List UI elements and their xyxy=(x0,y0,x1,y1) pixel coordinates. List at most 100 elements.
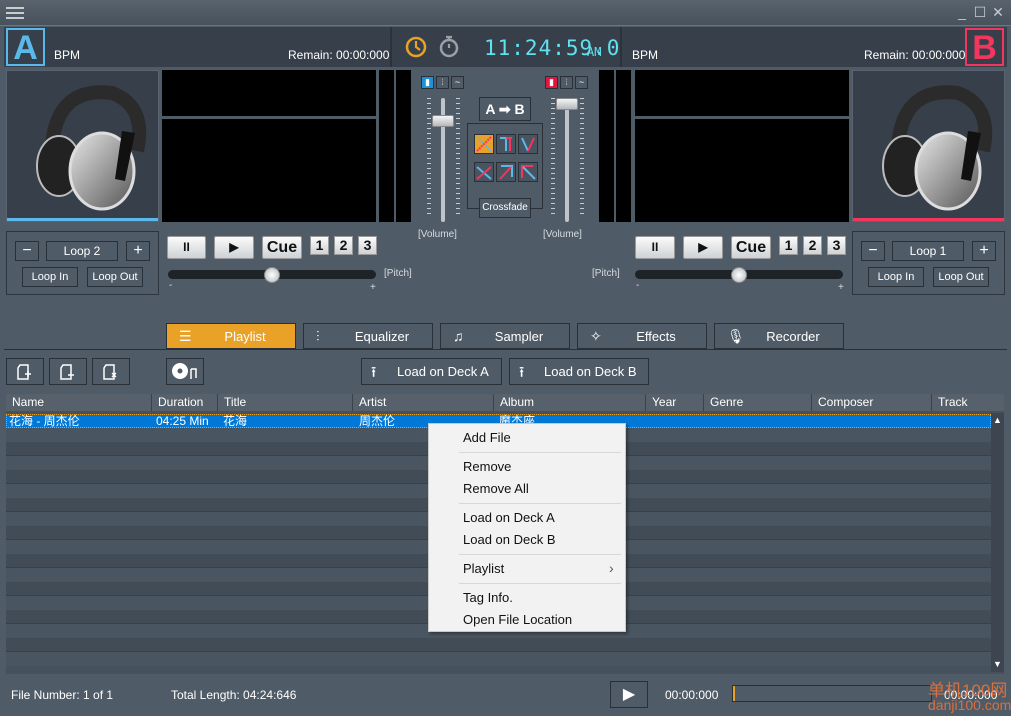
tab-recorder[interactable]: 🎙 Recorder xyxy=(714,323,844,349)
preview-progress[interactable] xyxy=(732,685,932,702)
deck-a-hotcue-2[interactable]: 2 xyxy=(334,236,353,255)
scrollbar[interactable]: ▲ ▼ xyxy=(991,413,1004,672)
menu-icon[interactable] xyxy=(6,7,24,20)
deck-b-loop-icon[interactable]: ~ xyxy=(575,76,588,89)
deck-b-volume-label: [Volume] xyxy=(543,229,582,240)
deck-a-wave-icon[interactable]: ⦙ xyxy=(436,76,449,89)
add-file-button[interactable] xyxy=(6,358,44,385)
upload-icon: ⭱ xyxy=(519,364,525,381)
deck-a-loop-in[interactable]: Loop In xyxy=(22,267,78,287)
deck-b-loop-plus[interactable]: + xyxy=(972,241,996,261)
remove-file-button[interactable] xyxy=(49,358,87,385)
load-deck-a-button[interactable]: ⭱ Load on Deck A xyxy=(361,358,502,385)
deck-b-pitch-thumb[interactable] xyxy=(731,267,747,283)
submenu-arrow-icon: › xyxy=(609,560,614,576)
add-file-icon xyxy=(17,364,31,380)
menu-item-load-deck-b[interactable]: Load on Deck B xyxy=(463,532,556,547)
scroll-up-icon[interactable]: ▲ xyxy=(991,415,1004,425)
crossfade-curve-3[interactable] xyxy=(518,134,538,154)
deck-b-play-button[interactable]: ▶ xyxy=(683,236,723,259)
deck-b-overview-waveform[interactable] xyxy=(635,70,849,116)
column-header-genre[interactable]: Genre xyxy=(704,394,812,411)
deck-a-loop-plus[interactable]: + xyxy=(126,241,150,261)
maximize-button[interactable]: ☐ xyxy=(972,4,988,20)
column-header-year[interactable]: Year xyxy=(646,394,704,411)
tab-effects[interactable]: ✧ Effects xyxy=(577,323,707,349)
deck-a-hotcue-1[interactable]: 1 xyxy=(310,236,329,255)
deck-b-bpm: BPM xyxy=(632,48,659,62)
crossfade-button[interactable]: Crossfade xyxy=(479,198,531,218)
deck-b-pitch-plus: + xyxy=(838,282,844,293)
context-menu: Add File Remove Remove All Load on Deck … xyxy=(428,423,626,632)
deck-b-volume-slider[interactable] xyxy=(556,98,578,110)
clock-icon[interactable] xyxy=(405,36,427,58)
deck-b-loop-select[interactable]: Loop 1 xyxy=(892,241,964,261)
crossfade-curve-2[interactable] xyxy=(496,134,516,154)
deck-a-vu-left xyxy=(379,70,394,222)
deck-b-eq-icon[interactable]: ▮ xyxy=(545,76,558,89)
deck-a-loop-icon[interactable]: ~ xyxy=(451,76,464,89)
close-button[interactable]: ✕ xyxy=(990,4,1006,20)
crossfade-curve-5[interactable] xyxy=(496,162,516,182)
deck-b-vu-left xyxy=(599,70,614,222)
column-header-title[interactable]: Title xyxy=(218,394,353,411)
deck-b-waveform[interactable] xyxy=(635,119,849,222)
table-row-empty[interactable] xyxy=(6,638,991,652)
deck-a-loop-select[interactable]: Loop 2 xyxy=(46,241,118,261)
deck-b-hotcue-2[interactable]: 2 xyxy=(803,236,822,255)
menu-item-load-deck-a[interactable]: Load on Deck A xyxy=(463,510,555,525)
deck-b-loop-out[interactable]: Loop Out xyxy=(933,267,989,287)
minimize-button[interactable]: _ xyxy=(954,4,970,20)
crossfade-curve-6[interactable] xyxy=(518,162,538,182)
deck-b-wave-icon[interactable]: ⦙ xyxy=(560,76,573,89)
deck-a-loop-minus[interactable]: − xyxy=(15,241,39,261)
crossfade-curve-1[interactable] xyxy=(474,134,494,154)
deck-b-cue-button[interactable]: Cue xyxy=(731,236,771,259)
menu-item-open-file-location[interactable]: Open File Location xyxy=(463,612,572,627)
deck-b-pause-button[interactable]: II xyxy=(635,236,675,259)
deck-a-pitch-label: [Pitch] xyxy=(384,268,412,279)
column-header-track[interactable]: Track xyxy=(932,394,1004,411)
crossfade-curve-4[interactable] xyxy=(474,162,494,182)
deck-a-hotcue-3[interactable]: 3 xyxy=(358,236,377,255)
deck-a-pitch-thumb[interactable] xyxy=(264,267,280,283)
deck-b-volume-track[interactable] xyxy=(565,98,569,222)
tab-sampler[interactable]: ♫ Sampler xyxy=(440,323,570,349)
clear-list-button[interactable] xyxy=(92,358,130,385)
menu-item-add-file[interactable]: Add File xyxy=(463,430,511,445)
load-deck-b-button[interactable]: ⭱ Load on Deck B xyxy=(509,358,649,385)
deck-a-volume-slider[interactable] xyxy=(432,114,454,127)
direction-button[interactable]: A ➡ B xyxy=(479,97,531,121)
column-header-composer[interactable]: Composer xyxy=(812,394,932,411)
deck-a-loop-out[interactable]: Loop Out xyxy=(87,267,143,287)
deck-b-hotcue-3[interactable]: 3 xyxy=(827,236,846,255)
menu-item-remove-all[interactable]: Remove All xyxy=(463,481,529,496)
column-header-album[interactable]: Album xyxy=(494,394,646,411)
deck-a-play-button[interactable]: ▶ xyxy=(214,236,254,259)
column-header-name[interactable]: Name xyxy=(6,394,152,411)
deck-a-pause-button[interactable]: II xyxy=(167,236,206,259)
deck-a-accent-line xyxy=(7,218,158,221)
cd-music-icon xyxy=(172,363,197,379)
deck-b-loop-in[interactable]: Loop In xyxy=(868,267,924,287)
import-cd-button[interactable] xyxy=(166,358,204,385)
deck-a-overview-waveform[interactable] xyxy=(162,70,376,116)
deck-a-eq-icon[interactable]: ▮ xyxy=(421,76,434,89)
title-bar xyxy=(0,0,1011,26)
menu-item-remove[interactable]: Remove xyxy=(463,459,511,474)
tab-playlist[interactable]: ☰ Playlist xyxy=(166,323,296,349)
stopwatch-icon[interactable] xyxy=(438,34,460,58)
deck-a-waveform[interactable] xyxy=(162,119,376,222)
menu-item-playlist[interactable]: Playlist xyxy=(463,561,504,576)
menu-item-tag-info[interactable]: Tag Info. xyxy=(463,590,513,605)
column-header-duration[interactable]: Duration xyxy=(152,394,218,411)
status-bar: File Number: 1 of 1 Total Length: 04:24:… xyxy=(4,676,1007,714)
deck-b-loop-minus[interactable]: − xyxy=(861,241,885,261)
preview-play-button[interactable]: ▶ xyxy=(610,681,648,708)
table-row-empty[interactable] xyxy=(6,652,991,666)
scroll-down-icon[interactable]: ▼ xyxy=(991,659,1004,669)
deck-b-hotcue-1[interactable]: 1 xyxy=(779,236,798,255)
column-header-artist[interactable]: Artist xyxy=(353,394,494,411)
deck-a-cue-button[interactable]: Cue xyxy=(262,236,302,259)
tab-equalizer[interactable]: ⫶ Equalizer xyxy=(303,323,433,349)
